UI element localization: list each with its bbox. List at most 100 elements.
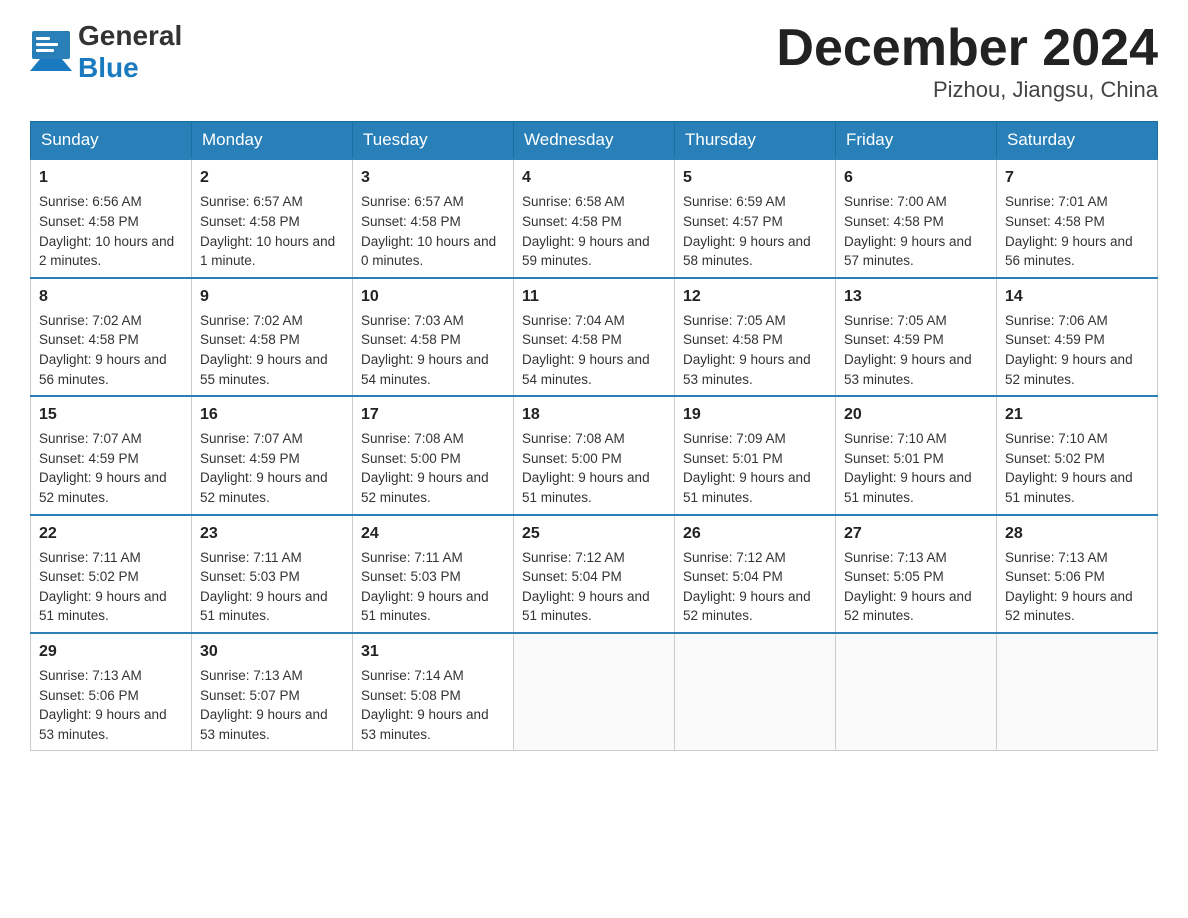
sunset-text: Sunset: 5:08 PM <box>361 688 461 703</box>
day-cell-19: 19 Sunrise: 7:09 AM Sunset: 5:01 PM Dayl… <box>675 396 836 514</box>
day-number: 1 <box>39 166 183 189</box>
daylight-text: Daylight: 9 hours and 56 minutes. <box>39 352 167 387</box>
day-number: 22 <box>39 522 183 545</box>
daylight-text: Daylight: 9 hours and 51 minutes. <box>1005 470 1133 505</box>
daylight-text: Daylight: 10 hours and 0 minutes. <box>361 234 496 269</box>
sunrise-text: Sunrise: 6:57 AM <box>361 194 464 209</box>
location: Pizhou, Jiangsu, China <box>776 77 1158 103</box>
sunset-text: Sunset: 5:02 PM <box>1005 451 1105 466</box>
sunrise-text: Sunrise: 7:08 AM <box>361 431 464 446</box>
day-cell-7: 7 Sunrise: 7:01 AM Sunset: 4:58 PM Dayli… <box>997 159 1158 277</box>
week-row-5: 29 Sunrise: 7:13 AM Sunset: 5:06 PM Dayl… <box>31 633 1158 751</box>
day-cell-29: 29 Sunrise: 7:13 AM Sunset: 5:06 PM Dayl… <box>31 633 192 751</box>
header-tuesday: Tuesday <box>353 122 514 160</box>
day-cell-28: 28 Sunrise: 7:13 AM Sunset: 5:06 PM Dayl… <box>997 515 1158 633</box>
day-number: 20 <box>844 403 988 426</box>
day-number: 3 <box>361 166 505 189</box>
daylight-text: Daylight: 9 hours and 54 minutes. <box>361 352 489 387</box>
day-cell-22: 22 Sunrise: 7:11 AM Sunset: 5:02 PM Dayl… <box>31 515 192 633</box>
header-wednesday: Wednesday <box>514 122 675 160</box>
daylight-text: Daylight: 9 hours and 53 minutes. <box>39 707 167 742</box>
sunrise-text: Sunrise: 7:12 AM <box>683 550 786 565</box>
day-cell-2: 2 Sunrise: 6:57 AM Sunset: 4:58 PM Dayli… <box>192 159 353 277</box>
day-number: 7 <box>1005 166 1149 189</box>
day-cell-23: 23 Sunrise: 7:11 AM Sunset: 5:03 PM Dayl… <box>192 515 353 633</box>
sunset-text: Sunset: 4:58 PM <box>1005 214 1105 229</box>
day-number: 29 <box>39 640 183 663</box>
day-number: 4 <box>522 166 666 189</box>
empty-cell-w5-d4 <box>675 633 836 751</box>
week-row-2: 8 Sunrise: 7:02 AM Sunset: 4:58 PM Dayli… <box>31 278 1158 396</box>
daylight-text: Daylight: 9 hours and 53 minutes. <box>361 707 489 742</box>
title-area: December 2024 Pizhou, Jiangsu, China <box>776 20 1158 103</box>
logo-name: General Blue <box>78 20 182 84</box>
daylight-text: Daylight: 9 hours and 52 minutes. <box>200 470 328 505</box>
sunset-text: Sunset: 5:04 PM <box>522 569 622 584</box>
sunset-text: Sunset: 5:05 PM <box>844 569 944 584</box>
daylight-text: Daylight: 9 hours and 58 minutes. <box>683 234 811 269</box>
day-number: 27 <box>844 522 988 545</box>
daylight-text: Daylight: 9 hours and 59 minutes. <box>522 234 650 269</box>
day-cell-8: 8 Sunrise: 7:02 AM Sunset: 4:58 PM Dayli… <box>31 278 192 396</box>
sunrise-text: Sunrise: 7:04 AM <box>522 313 625 328</box>
sunset-text: Sunset: 4:58 PM <box>39 214 139 229</box>
day-cell-21: 21 Sunrise: 7:10 AM Sunset: 5:02 PM Dayl… <box>997 396 1158 514</box>
sunrise-text: Sunrise: 6:58 AM <box>522 194 625 209</box>
logo-icon <box>30 29 72 76</box>
day-cell-11: 11 Sunrise: 7:04 AM Sunset: 4:58 PM Dayl… <box>514 278 675 396</box>
day-number: 16 <box>200 403 344 426</box>
daylight-text: Daylight: 10 hours and 1 minute. <box>200 234 335 269</box>
sunset-text: Sunset: 4:58 PM <box>683 332 783 347</box>
sunrise-text: Sunrise: 7:02 AM <box>39 313 142 328</box>
day-cell-9: 9 Sunrise: 7:02 AM Sunset: 4:58 PM Dayli… <box>192 278 353 396</box>
day-number: 21 <box>1005 403 1149 426</box>
day-cell-20: 20 Sunrise: 7:10 AM Sunset: 5:01 PM Dayl… <box>836 396 997 514</box>
empty-cell-w5-d3 <box>514 633 675 751</box>
week-row-3: 15 Sunrise: 7:07 AM Sunset: 4:59 PM Dayl… <box>31 396 1158 514</box>
daylight-text: Daylight: 10 hours and 2 minutes. <box>39 234 174 269</box>
day-number: 9 <box>200 285 344 308</box>
sunset-text: Sunset: 4:59 PM <box>200 451 300 466</box>
sunset-text: Sunset: 4:58 PM <box>39 332 139 347</box>
header-saturday: Saturday <box>997 122 1158 160</box>
sunset-text: Sunset: 4:59 PM <box>39 451 139 466</box>
day-number: 10 <box>361 285 505 308</box>
sunset-text: Sunset: 5:07 PM <box>200 688 300 703</box>
sunset-text: Sunset: 5:01 PM <box>683 451 783 466</box>
daylight-text: Daylight: 9 hours and 52 minutes. <box>1005 589 1133 624</box>
day-number: 6 <box>844 166 988 189</box>
sunrise-text: Sunrise: 7:13 AM <box>200 668 303 683</box>
sunrise-text: Sunrise: 6:59 AM <box>683 194 786 209</box>
day-number: 15 <box>39 403 183 426</box>
daylight-text: Daylight: 9 hours and 51 minutes. <box>522 470 650 505</box>
sunrise-text: Sunrise: 7:02 AM <box>200 313 303 328</box>
day-headers-row: Sunday Monday Tuesday Wednesday Thursday… <box>31 122 1158 160</box>
week-row-4: 22 Sunrise: 7:11 AM Sunset: 5:02 PM Dayl… <box>31 515 1158 633</box>
header: General Blue December 2024 Pizhou, Jiang… <box>30 20 1158 103</box>
sunrise-text: Sunrise: 7:08 AM <box>522 431 625 446</box>
sunrise-text: Sunrise: 7:03 AM <box>361 313 464 328</box>
day-cell-3: 3 Sunrise: 6:57 AM Sunset: 4:58 PM Dayli… <box>353 159 514 277</box>
day-number: 12 <box>683 285 827 308</box>
daylight-text: Daylight: 9 hours and 53 minutes. <box>683 352 811 387</box>
day-cell-13: 13 Sunrise: 7:05 AM Sunset: 4:59 PM Dayl… <box>836 278 997 396</box>
day-number: 23 <box>200 522 344 545</box>
sunset-text: Sunset: 5:06 PM <box>39 688 139 703</box>
calendar-table: Sunday Monday Tuesday Wednesday Thursday… <box>30 121 1158 751</box>
sunrise-text: Sunrise: 7:09 AM <box>683 431 786 446</box>
sunrise-text: Sunrise: 7:13 AM <box>844 550 947 565</box>
daylight-text: Daylight: 9 hours and 53 minutes. <box>844 352 972 387</box>
day-number: 24 <box>361 522 505 545</box>
daylight-text: Daylight: 9 hours and 51 minutes. <box>844 470 972 505</box>
day-cell-24: 24 Sunrise: 7:11 AM Sunset: 5:03 PM Dayl… <box>353 515 514 633</box>
sunrise-text: Sunrise: 7:13 AM <box>39 668 142 683</box>
logo-general-text: General <box>78 20 182 52</box>
empty-cell-w5-d5 <box>836 633 997 751</box>
sunrise-text: Sunrise: 7:05 AM <box>683 313 786 328</box>
sunset-text: Sunset: 4:58 PM <box>522 214 622 229</box>
sunset-text: Sunset: 4:58 PM <box>844 214 944 229</box>
daylight-text: Daylight: 9 hours and 52 minutes. <box>1005 352 1133 387</box>
sunrise-text: Sunrise: 7:01 AM <box>1005 194 1108 209</box>
daylight-text: Daylight: 9 hours and 57 minutes. <box>844 234 972 269</box>
sunset-text: Sunset: 4:57 PM <box>683 214 783 229</box>
